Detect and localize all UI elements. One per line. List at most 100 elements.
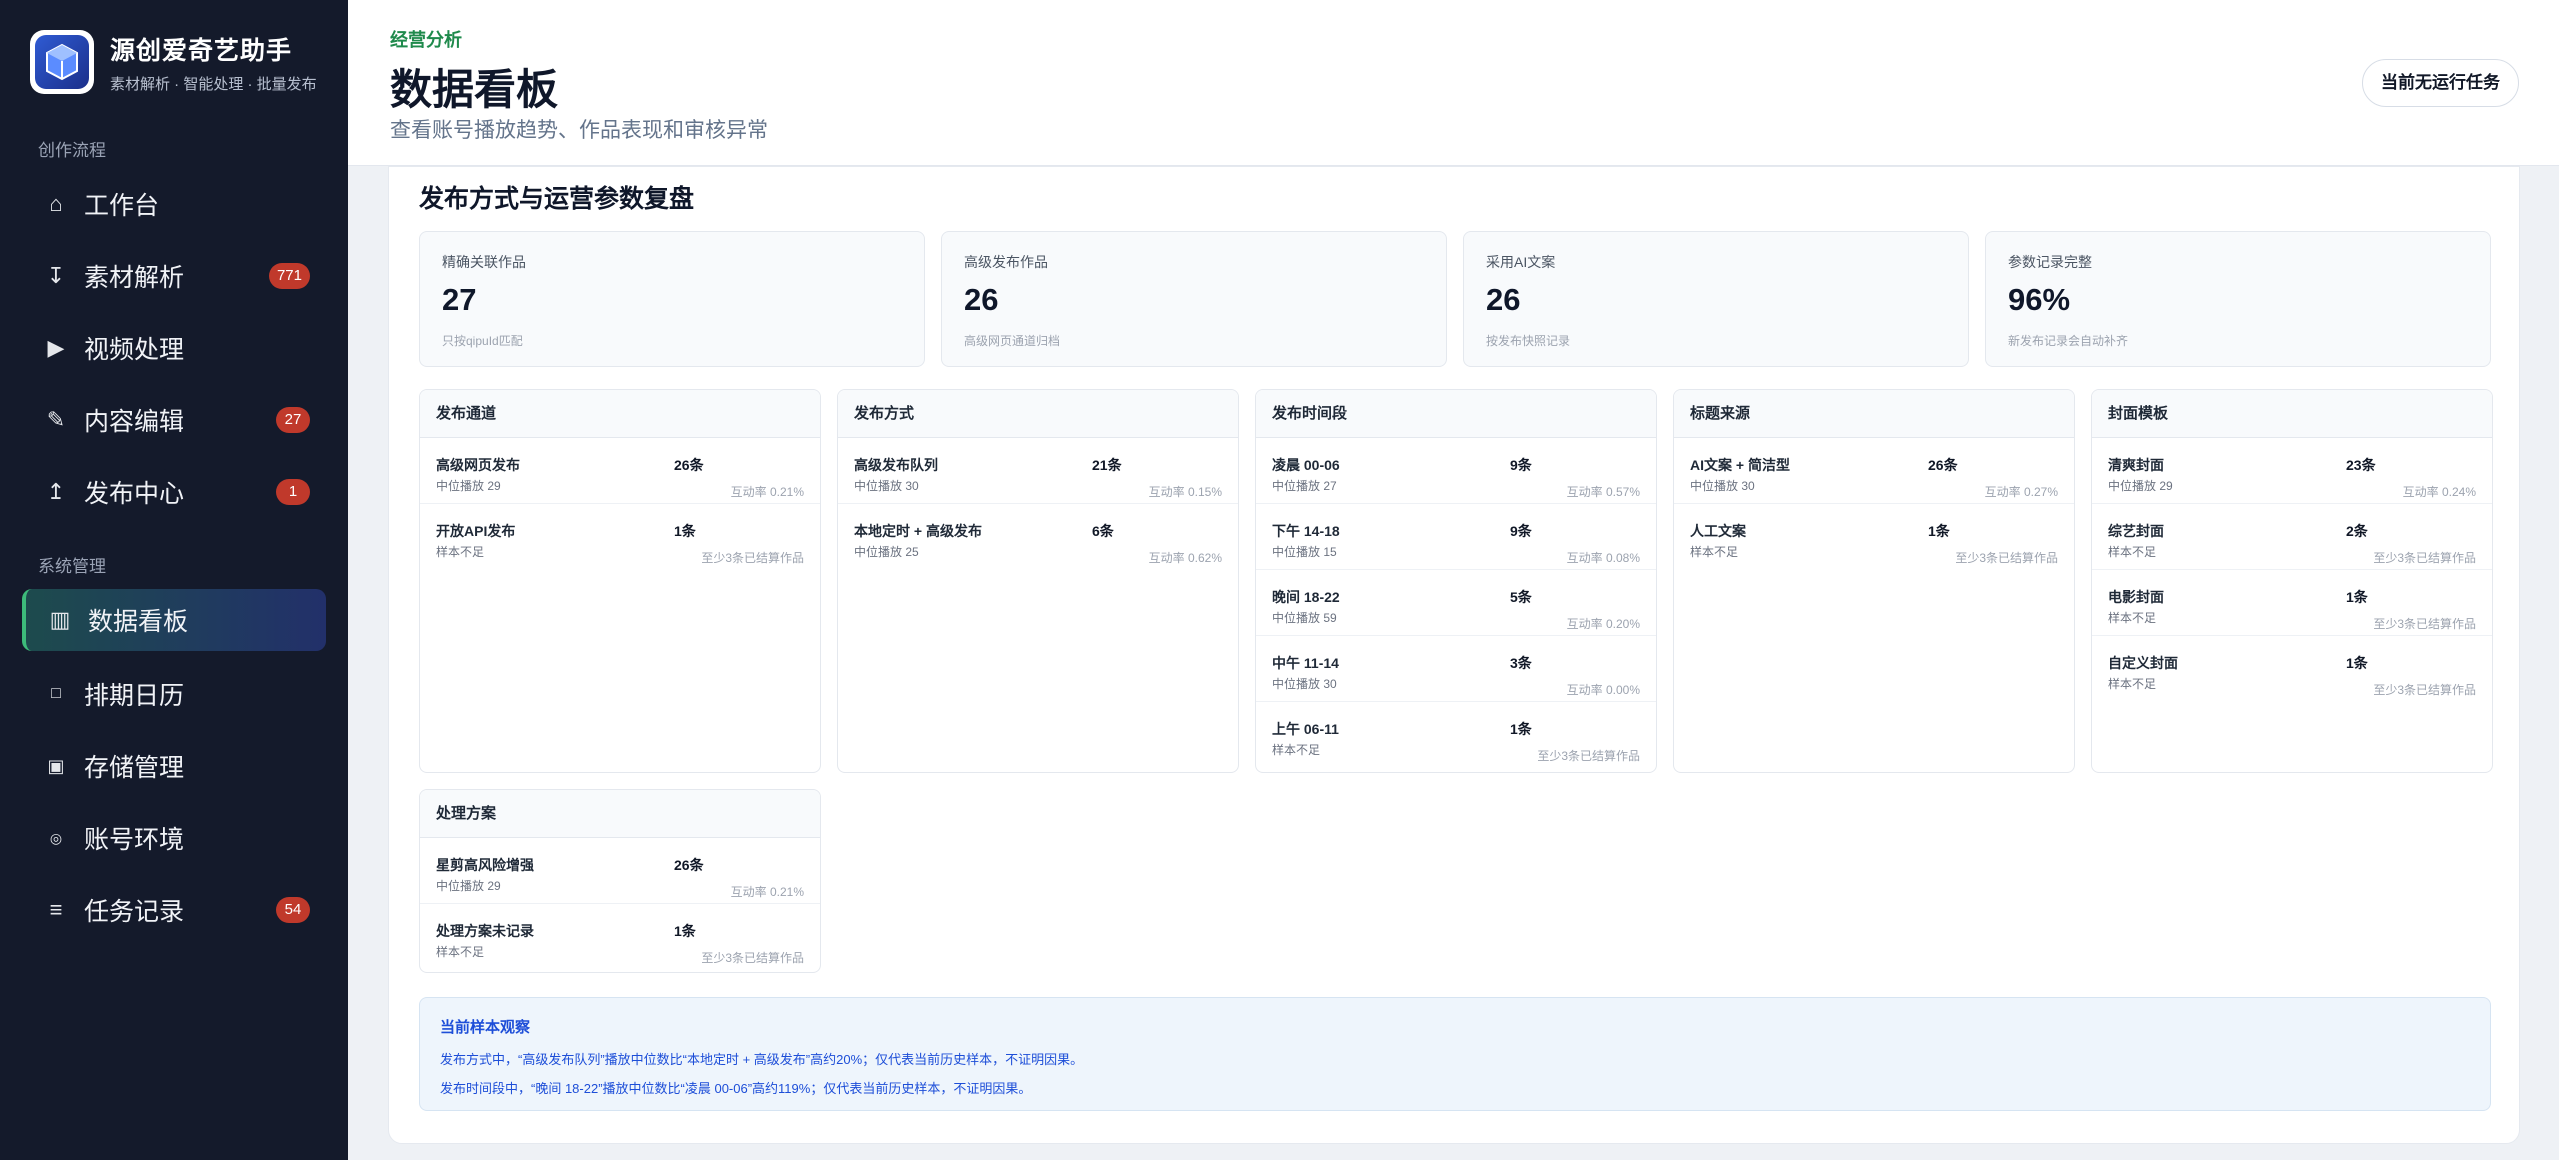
row-sub: 中位播放 25 [854, 545, 919, 559]
sidebar-item-label: 账号环境 [84, 826, 185, 854]
row-name: 综艺封面 [2108, 523, 2164, 539]
sidebar-item-label: 内容编辑 [84, 408, 185, 436]
panel-title: 封面模板 [2092, 390, 2492, 438]
row-sub: 中位播放 30 [1690, 479, 1755, 493]
row-name: 处理方案未记录 [436, 923, 534, 939]
section-label-system: 系统管理 [38, 557, 106, 576]
sidebar-item-label: 发布中心 [84, 480, 185, 508]
task-status-pill[interactable]: 当前无运行任务 [2362, 59, 2519, 107]
row-count: 1条 [2346, 589, 2368, 605]
row-count: 6条 [1092, 523, 1114, 539]
kpi-value: 26 [1486, 282, 1521, 317]
kpi-note: 只按qipuId匹配 [442, 334, 523, 348]
sidebar-item-label: 排期日历 [84, 682, 185, 710]
row-sub: 样本不足 [2108, 545, 2157, 559]
row-meta: 至少3条已结算作品 [1537, 749, 1640, 763]
page-title: 数据看板 [390, 66, 559, 113]
panel-title: 处理方案 [420, 790, 820, 838]
sidebar-item-workbench[interactable]: ⌂ 工作台 [22, 173, 326, 235]
row-count: 21条 [1092, 457, 1122, 473]
kpi-value: 27 [442, 282, 477, 317]
row-sub: 中位播放 29 [436, 879, 501, 893]
row-sub: 样本不足 [2108, 677, 2157, 691]
row-meta: 至少3条已结算作品 [2373, 551, 2476, 565]
row-sub: 中位播放 59 [1272, 611, 1337, 625]
row-sub: 中位播放 30 [854, 479, 919, 493]
sidebar-item-video-processing[interactable]: ▶ 视频处理 [22, 317, 326, 379]
row-count: 26条 [1928, 457, 1958, 473]
section-title: 发布方式与运营参数复盘 [419, 185, 695, 213]
sidebar-item-material-parse[interactable]: ↧ 素材解析 771 [22, 245, 326, 307]
kpi-label: 采用AI文案 [1486, 254, 1556, 270]
row-sub: 中位播放 29 [436, 479, 501, 493]
sidebar-item-schedule-calendar[interactable]: □ 排期日历 [22, 663, 326, 725]
app-logo [30, 30, 94, 94]
row-meta: 互动率 0.62% [1148, 551, 1222, 565]
brand: 源创爱奇艺助手 素材解析 · 智能处理 · 批量发布 [30, 30, 317, 94]
kpi-value: 96% [2008, 282, 2071, 317]
observation-line: 发布方式中，“高级发布队列”播放中位数比“本地定时 + 高级发布”高约20%；仅… [440, 1052, 1084, 1067]
kpi-value: 26 [964, 282, 999, 317]
upload-icon: ↥ [46, 479, 66, 504]
sidebar-item-content-edit[interactable]: ✎ 内容编辑 27 [22, 389, 326, 451]
list-item: 凌晨 00-06 中位播放 27 9条 互动率 0.57% [1256, 438, 1656, 504]
kpi-card: 参数记录完整 96% 新发布记录会自动补齐 [1985, 231, 2491, 367]
sidebar-item-label: 视频处理 [84, 336, 185, 364]
home-icon: ⌂ [49, 191, 63, 216]
page-eyebrow: 经营分析 [390, 30, 462, 50]
row-sub: 样本不足 [436, 545, 485, 559]
panel-title: 标题来源 [1674, 390, 2074, 438]
row-sub: 样本不足 [436, 945, 485, 959]
row-name: 开放API发布 [436, 523, 516, 539]
panel-processing-plan: 处理方案 星剪高风险增强 中位播放 29 26条 互动率 0.21% 处理方案未记… [419, 789, 821, 973]
panel-title: 发布通道 [420, 390, 820, 438]
panel-title-source: 标题来源 AI文案 + 简洁型 中位播放 30 26条互动率 0.27% 人工文… [1673, 389, 2075, 773]
list-item: 星剪高风险增强 中位播放 29 26条 互动率 0.21% [420, 838, 820, 904]
app-title: 源创爱奇艺助手 [110, 36, 293, 65]
list-item: 高级网页发布 中位播放 29 26条 互动率 0.21% [420, 438, 820, 504]
kpi-label: 高级发布作品 [964, 254, 1048, 270]
row-name: 上午 06-11 [1272, 721, 1339, 737]
row-name: 中午 11-14 [1272, 655, 1339, 671]
section-label-workflow: 创作流程 [38, 141, 106, 160]
sidebar-item-publish-center[interactable]: ↥ 发布中心 1 [22, 461, 326, 523]
play-icon: ▶ [47, 335, 65, 360]
row-meta: 至少3条已结算作品 [2373, 617, 2476, 631]
row-meta: 互动率 0.24% [2402, 485, 2476, 499]
list-item: AI文案 + 简洁型 中位播放 30 26条互动率 0.27% [1674, 438, 2074, 504]
panel-publish-channel: 发布通道 高级网页发布 中位播放 29 26条 互动率 0.21% 开放API发布… [419, 389, 821, 773]
storage-icon: ▣ [47, 755, 65, 776]
row-name: 晚间 18-22 [1272, 589, 1340, 605]
row-name: 高级发布队列 [854, 457, 938, 473]
row-count: 1条 [1510, 721, 1532, 737]
row-name: 人工文案 [1690, 523, 1746, 539]
row-count: 3条 [1510, 655, 1532, 671]
sidebar-item-label: 工作台 [84, 192, 160, 220]
row-sub: 中位播放 15 [1272, 545, 1337, 559]
row-count: 1条 [2346, 655, 2368, 671]
row-meta: 互动率 0.00% [1566, 683, 1640, 697]
row-name: 星剪高风险增强 [436, 857, 534, 873]
kpi-card: 精确关联作品 27 只按qipuId匹配 [419, 231, 925, 367]
sidebar-item-storage[interactable]: ▣ 存储管理 [22, 735, 326, 797]
list-item: 上午 06-11 样本不足 1条 至少3条已结算作品 [1256, 702, 1656, 768]
row-meta: 互动率 0.20% [1566, 617, 1640, 631]
panel-publish-method: 发布方式 高级发布队列 中位播放 30 21条 互动率 0.15% 本地定时 + … [837, 389, 1239, 773]
sidebar-item-account-env[interactable]: ◎ 账号环境 [22, 807, 326, 869]
list-item: 本地定时 + 高级发布 中位播放 25 6条 互动率 0.62% [838, 504, 1238, 570]
row-meta: 至少3条已结算作品 [701, 551, 804, 565]
list-icon: ≡ [49, 897, 63, 922]
row-meta: 互动率 0.27% [1984, 485, 2058, 499]
row-name: AI文案 + 简洁型 [1690, 457, 1790, 473]
row-sub: 中位播放 27 [1272, 479, 1337, 493]
row-name: 电影封面 [2108, 589, 2164, 605]
sidebar-item-dashboard[interactable]: ▥ 数据看板 [22, 589, 326, 651]
sidebar-item-task-log[interactable]: ≡ 任务记录 54 [22, 879, 326, 941]
row-name: 高级网页发布 [436, 457, 520, 473]
row-count: 9条 [1510, 457, 1532, 473]
kpi-note: 新发布记录会自动补齐 [2008, 334, 2129, 348]
row-sub: 中位播放 29 [2108, 479, 2173, 493]
list-item: 晚间 18-22 中位播放 59 5条 互动率 0.20% [1256, 570, 1656, 636]
row-meta: 互动率 0.08% [1566, 551, 1640, 565]
list-item: 人工文案 样本不足 1条 至少3条已结算作品 [1674, 504, 2074, 570]
